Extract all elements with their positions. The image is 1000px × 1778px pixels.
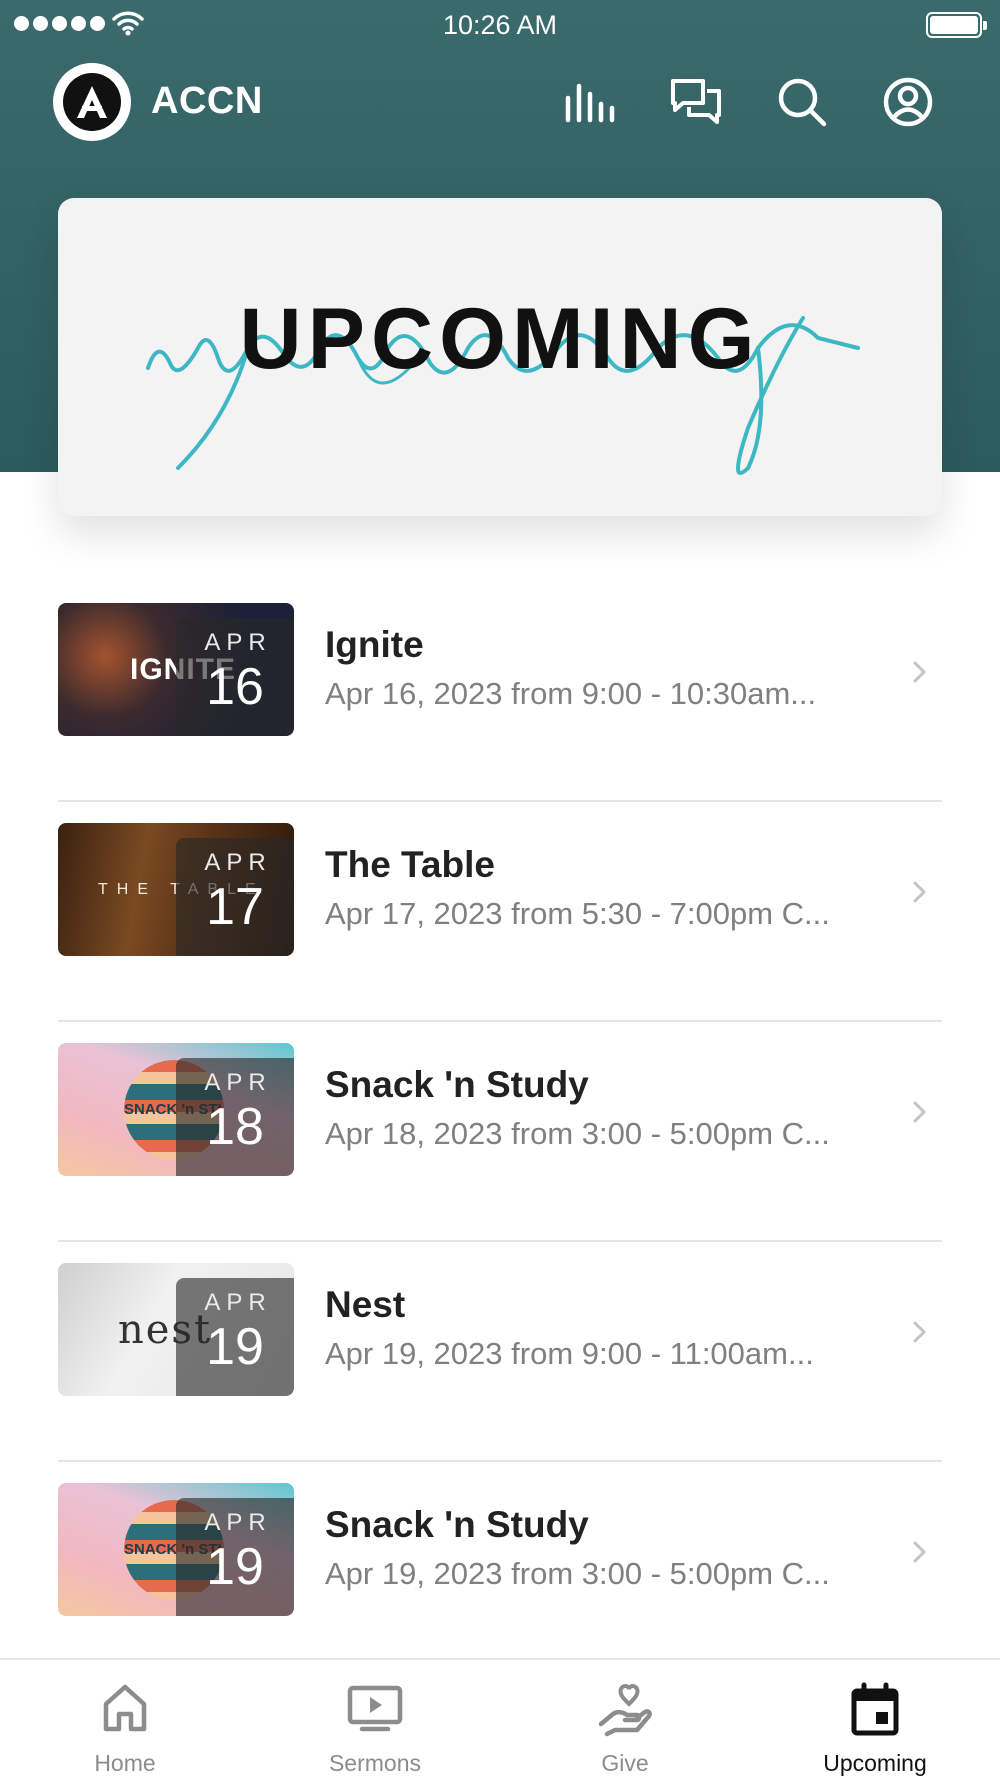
event-title: Ignite <box>325 624 424 665</box>
tab-label: Give <box>601 1750 649 1776</box>
tab-label: Sermons <box>328 1750 422 1776</box>
search-icon[interactable] <box>774 74 830 130</box>
list-item[interactable]: SNACK 'n STUDY APR 19 Snack 'n Study Apr… <box>58 1462 942 1682</box>
tab-label: Upcoming <box>823 1750 927 1776</box>
give-hand-heart-icon <box>598 1684 652 1737</box>
event-title: Nest <box>325 1284 406 1325</box>
chevron-right-icon <box>913 1321 926 1343</box>
profile-icon[interactable] <box>880 74 936 130</box>
date-month: APR <box>204 1069 272 1096</box>
event-datetime: Apr 17, 2023 from 5:30 - 7:00pm C... <box>325 896 830 931</box>
list-item[interactable]: IGNITE APR 16 Ignite Apr 16, 2023 from 9… <box>58 582 942 802</box>
event-title: Snack 'n Study <box>325 1504 589 1545</box>
date-month: APR <box>204 1509 272 1536</box>
bottom-tab-bar: Home Sermons Give Upcoming <box>0 1658 1000 1778</box>
tv-play-icon <box>347 1685 403 1732</box>
chevron-right-icon <box>913 661 926 683</box>
date-month: APR <box>204 629 272 656</box>
date-month: APR <box>204 849 272 876</box>
event-datetime: Apr 19, 2023 from 9:00 - 11:00am... <box>325 1336 814 1371</box>
chevron-right-icon <box>913 1541 926 1563</box>
list-item[interactable]: THE TABLE APR 17 The Table Apr 17, 2023 … <box>58 802 942 1022</box>
status-time: 10:26 AM <box>442 10 558 40</box>
date-day: 16 <box>206 658 264 716</box>
date-day: 18 <box>206 1098 264 1156</box>
calendar-icon <box>851 1682 899 1736</box>
hero-title: UPCOMING <box>239 291 761 387</box>
date-badge: APR 19 <box>176 1498 294 1616</box>
event-thumbnail: IGNITE APR 16 <box>58 603 294 736</box>
date-badge: APR 19 <box>176 1278 294 1396</box>
app-title: ACCN <box>151 80 263 122</box>
tab-upcoming[interactable]: Upcoming <box>750 1660 1000 1778</box>
list-item[interactable]: nest APR 19 Nest Apr 19, 2023 from 9:00 … <box>58 1242 942 1462</box>
event-list: IGNITE APR 16 Ignite Apr 16, 2023 from 9… <box>58 582 942 1682</box>
list-item[interactable]: SNACK 'n STUDY APR 18 Snack 'n Study Apr… <box>58 1022 942 1242</box>
event-thumbnail: SNACK 'n STUDY APR 18 <box>58 1043 294 1176</box>
chevron-right-icon <box>913 881 926 903</box>
status-bar: 10:26 AM <box>0 0 1000 50</box>
chevron-right-icon <box>913 1101 926 1123</box>
date-day: 17 <box>206 878 264 936</box>
event-datetime: Apr 19, 2023 from 3:00 - 5:00pm C... <box>325 1556 830 1591</box>
event-thumbnail: THE TABLE APR 17 <box>58 823 294 956</box>
chat-icon[interactable] <box>668 74 724 130</box>
tab-home[interactable]: Home <box>0 1660 250 1778</box>
event-thumbnail: nest APR 19 <box>58 1263 294 1396</box>
date-badge: APR 16 <box>176 618 294 736</box>
date-badge: APR 17 <box>176 838 294 956</box>
app-logo[interactable] <box>53 63 131 141</box>
logo-a-icon <box>63 73 121 131</box>
event-thumbnail: SNACK 'n STUDY APR 19 <box>58 1483 294 1616</box>
event-datetime: Apr 18, 2023 from 3:00 - 5:00pm C... <box>325 1116 830 1151</box>
audio-icon[interactable] <box>562 74 618 130</box>
date-badge: APR 18 <box>176 1058 294 1176</box>
tab-give[interactable]: Give <box>500 1660 750 1778</box>
date-month: APR <box>204 1289 272 1316</box>
event-datetime: Apr 16, 2023 from 9:00 - 10:30am... <box>325 676 817 711</box>
tab-label: Home <box>94 1750 156 1776</box>
home-icon <box>103 1684 147 1732</box>
upcoming-hero-card: UPCOMING <box>58 198 942 516</box>
date-day: 19 <box>206 1538 264 1596</box>
event-title: The Table <box>325 844 495 885</box>
event-title: Snack 'n Study <box>325 1064 589 1105</box>
tab-sermons[interactable]: Sermons <box>250 1660 500 1778</box>
date-day: 19 <box>206 1318 264 1376</box>
battery-icon <box>926 12 987 38</box>
